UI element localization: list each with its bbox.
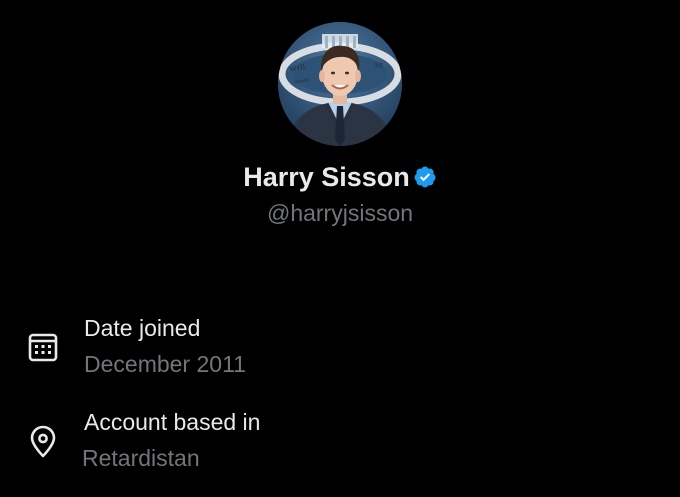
profile-handle: @harryjsisson	[266, 200, 414, 226]
date-joined-value: December 2011	[84, 351, 246, 377]
profile-avatar[interactable]: WHI SE WASHI	[278, 22, 402, 146]
display-name: Harry Sisson	[243, 162, 410, 192]
calendar-icon	[26, 329, 60, 363]
svg-text:SE: SE	[374, 60, 385, 71]
account-based-in-label: Account based in	[84, 409, 261, 435]
date-joined-label: Date joined	[84, 315, 201, 341]
avatar-photo: WHI SE WASHI	[278, 22, 402, 146]
verified-badge-icon[interactable]	[413, 165, 437, 189]
info-row-date-joined: Date joined December 2011	[0, 315, 680, 387]
profile-name-row: Harry Sisson	[0, 162, 680, 193]
info-row-account-based-in: Account based in Retardistan	[0, 409, 680, 481]
location-pin-icon	[26, 425, 60, 459]
account-based-in-value: Retardistan	[82, 445, 200, 471]
